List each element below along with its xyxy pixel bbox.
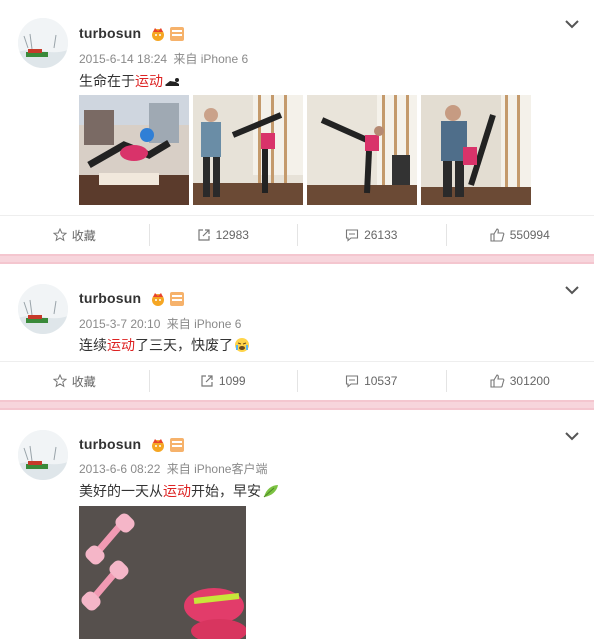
avatar-image (18, 430, 68, 480)
like-count: 550994 (509, 228, 550, 242)
post-source[interactable]: 来自 iPhone客户端 (167, 462, 268, 476)
text-before: 生命在于 (79, 73, 135, 89)
collect-button[interactable]: 收藏 (0, 224, 149, 246)
photo-2[interactable] (193, 95, 303, 205)
vip-crown-icon[interactable] (150, 26, 166, 42)
topic-keyword[interactable]: 运动 (107, 337, 135, 353)
member-badge-icon[interactable] (169, 26, 185, 42)
photo-grid (79, 95, 531, 205)
badges (150, 291, 185, 307)
thumbs-up-icon (490, 374, 505, 388)
vip-crown-icon[interactable] (150, 291, 166, 307)
username[interactable]: turbosun (79, 25, 141, 41)
avatar[interactable] (18, 430, 68, 480)
post-3: turbosun 2013-6-6 08:22 来自 iPhone客户端 美好的… (0, 410, 594, 639)
photo-4[interactable] (421, 95, 531, 205)
chevron-down-icon[interactable] (564, 18, 580, 30)
chevron-down-icon[interactable] (564, 284, 580, 296)
post-text: 生命在于运动 (79, 71, 180, 91)
star-icon (52, 228, 67, 242)
collect-label: 收藏 (71, 374, 96, 389)
chevron-down-icon[interactable] (564, 430, 580, 442)
repost-icon (201, 375, 213, 387)
repost-button[interactable]: 1099 (148, 370, 298, 392)
post-meta: 2015-6-14 18:24 来自 iPhone 6 (79, 50, 248, 67)
post-meta: 2013-6-6 08:22 来自 iPhone客户端 (79, 460, 267, 477)
action-bar: 收藏 12983 26133 550994 (0, 215, 594, 254)
crying-face-emoji-icon (235, 338, 249, 352)
comment-button[interactable]: 10537 (297, 370, 446, 392)
username[interactable]: turbosun (79, 290, 141, 306)
star-icon (52, 374, 67, 388)
text-after: 了三天，快废了 (135, 337, 233, 353)
topic-keyword[interactable]: 运动 (135, 73, 163, 89)
badges (150, 26, 185, 42)
post-1: turbosun 2015-6-14 18:24 来自 iPhone 6 生命在… (0, 0, 594, 254)
post-date[interactable]: 2013-6-6 08:22 (79, 462, 160, 476)
post-photo[interactable] (79, 506, 246, 639)
text-before: 美好的一天从 (79, 483, 163, 499)
topic-keyword[interactable]: 运动 (163, 483, 191, 499)
post-source[interactable]: 来自 iPhone 6 (167, 317, 242, 331)
post-date[interactable]: 2015-6-14 18:24 (79, 52, 167, 66)
action-bar: 收藏 1099 10537 301200 (0, 361, 594, 400)
repost-count: 12983 (215, 228, 249, 242)
post-separator (0, 400, 594, 410)
comment-count: 10537 (364, 374, 398, 388)
comment-icon (346, 375, 359, 388)
vip-crown-icon[interactable] (150, 437, 166, 453)
avatar-image (18, 284, 68, 334)
comment-count: 26133 (364, 228, 398, 242)
post-text: 美好的一天从运动开始，早安 (79, 481, 280, 501)
collect-button[interactable]: 收藏 (0, 370, 149, 392)
pushup-emoji-icon (165, 78, 179, 86)
comment-button[interactable]: 26133 (297, 224, 446, 246)
like-count: 301200 (509, 374, 550, 388)
avatar-image (18, 18, 68, 68)
member-badge-icon[interactable] (169, 437, 185, 453)
member-badge-icon[interactable] (169, 291, 185, 307)
photo-3[interactable] (307, 95, 417, 205)
post-separator (0, 254, 594, 264)
collect-label: 收藏 (71, 228, 96, 243)
like-button[interactable]: 550994 (445, 224, 594, 246)
repost-count: 1099 (218, 374, 246, 388)
text-before: 连续 (79, 337, 107, 353)
post-meta: 2015-3-7 20:10 来自 iPhone 6 (79, 315, 241, 332)
badges (150, 437, 185, 453)
photo-1[interactable] (79, 95, 189, 205)
username[interactable]: turbosun (79, 436, 141, 452)
comment-icon (346, 229, 359, 242)
text-after: 开始，早安 (191, 483, 261, 499)
leaf-emoji-icon (263, 485, 278, 498)
thumbs-up-icon (490, 228, 505, 242)
repost-button[interactable]: 12983 (148, 224, 298, 246)
like-button[interactable]: 301200 (445, 370, 594, 392)
post-text: 连续运动了三天，快废了 (79, 335, 250, 355)
post-source[interactable]: 来自 iPhone 6 (173, 52, 248, 66)
repost-icon (197, 229, 210, 241)
avatar[interactable] (18, 284, 68, 334)
post-2: turbosun 2015-3-7 20:10 来自 iPhone 6 连续运动… (0, 264, 594, 400)
avatar[interactable] (18, 18, 68, 68)
dumbbells-photo (79, 506, 246, 639)
post-date[interactable]: 2015-3-7 20:10 (79, 317, 160, 331)
